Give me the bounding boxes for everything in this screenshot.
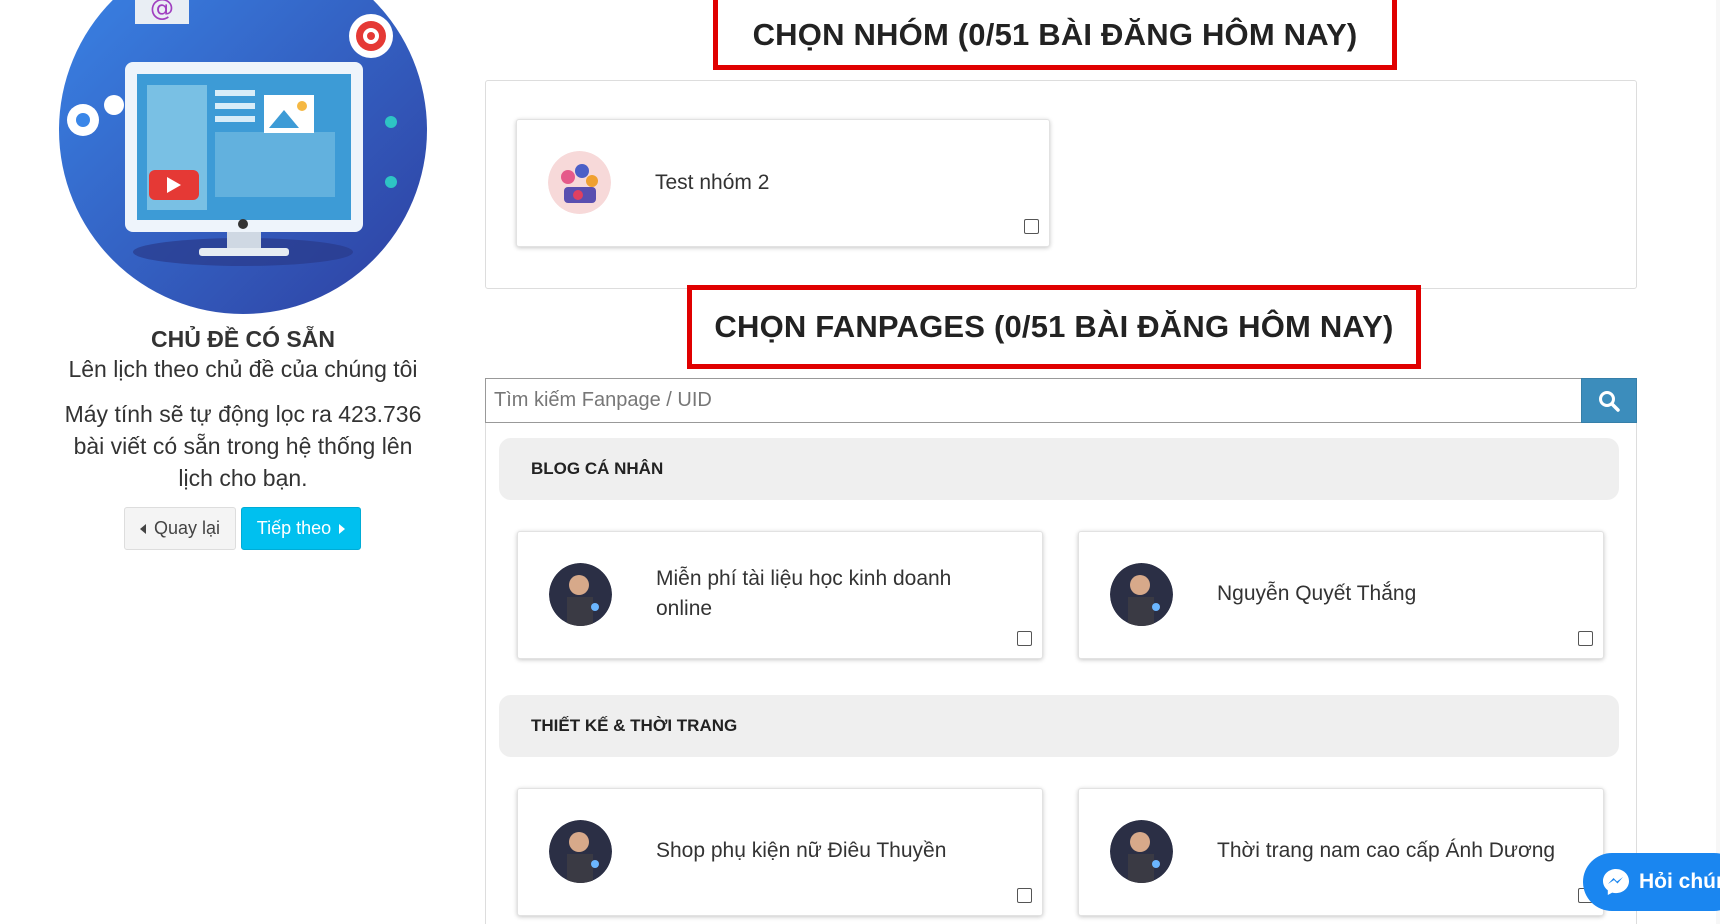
search-icon xyxy=(1599,390,1620,412)
fanpage-search-input[interactable] xyxy=(485,378,1581,423)
back-button[interactable]: Quay lại xyxy=(124,507,236,550)
search-button[interactable] xyxy=(1581,378,1637,423)
fanpage-card[interactable]: Nguyễn Quyết Thắng xyxy=(1078,531,1604,659)
fanpage-avatar xyxy=(549,820,612,883)
messenger-chat-button[interactable]: Hỏi chún xyxy=(1583,853,1720,911)
group-checkbox[interactable] xyxy=(1024,219,1039,234)
fanpage-checkbox[interactable] xyxy=(1017,631,1032,646)
group-card[interactable]: Test nhóm 2 xyxy=(516,119,1050,247)
next-button-label: Tiếp theo xyxy=(256,518,332,538)
topic-subtitle: Lên lịch theo chủ đề của chúng tôi xyxy=(68,356,418,382)
fanpage-card[interactable]: Miễn phí tài liệu học kinh doanh online xyxy=(517,531,1043,659)
topic-illustration: @ xyxy=(59,0,427,314)
chevron-left-icon xyxy=(139,523,146,534)
scrollbar-track[interactable] xyxy=(1716,0,1720,924)
topic-description: Máy tính sẽ tự động lọc ra 423.736 bài v… xyxy=(64,401,422,491)
chat-label: Hỏi chún xyxy=(1639,870,1720,893)
fanpages-heading: CHỌN FANPAGES (0/51 BÀI ĐĂNG HÔM NAY) xyxy=(687,285,1421,369)
fanpage-card[interactable]: Thời trang nam cao cấp Ánh Dương xyxy=(1078,788,1604,916)
group-avatar xyxy=(548,151,611,214)
svg-text:@: @ xyxy=(150,0,174,22)
fanpage-name: Nguyễn Quyết Thắng xyxy=(1217,582,1417,605)
fanpage-checkbox[interactable] xyxy=(1578,631,1593,646)
messenger-icon xyxy=(1603,869,1629,895)
fanpage-name: Shop phụ kiện nữ Điêu Thuyền xyxy=(656,839,947,862)
category-header: BLOG CÁ NHÂN xyxy=(499,438,1619,500)
topic-column: @ CHỦ ĐỀ CÓ SẴN Lên lịch theo chủ đề của… xyxy=(0,0,486,924)
fanpages-panel: BLOG CÁ NHÂN Miễn phí tài liệu học kinh … xyxy=(485,423,1637,924)
category-header: THIẾT KẾ & THỜI TRANG xyxy=(499,695,1619,757)
fanpage-checkbox[interactable] xyxy=(1017,888,1032,903)
fanpage-avatar xyxy=(1110,820,1173,883)
fanpage-avatar xyxy=(1110,563,1173,626)
topic-title: CHỦ ĐỀ CÓ SẴN xyxy=(150,326,335,352)
fanpage-search xyxy=(485,378,1637,423)
group-name: Test nhóm 2 xyxy=(655,171,770,194)
next-button[interactable]: Tiếp theo xyxy=(241,507,361,550)
groups-heading: CHỌN NHÓM (0/51 BÀI ĐĂNG HÔM NAY) xyxy=(713,0,1397,70)
fanpage-avatar xyxy=(549,563,612,626)
fanpage-card[interactable]: Shop phụ kiện nữ Điêu Thuyền xyxy=(517,788,1043,916)
back-button-label: Quay lại xyxy=(153,518,221,538)
fanpage-name: Thời trang nam cao cấp Ánh Dương xyxy=(1217,839,1556,862)
fanpage-name: Miễn phí tài liệu học kinh doanh online xyxy=(656,567,952,620)
chevron-right-icon xyxy=(339,523,346,534)
groups-panel: Test nhóm 2 xyxy=(485,80,1637,289)
